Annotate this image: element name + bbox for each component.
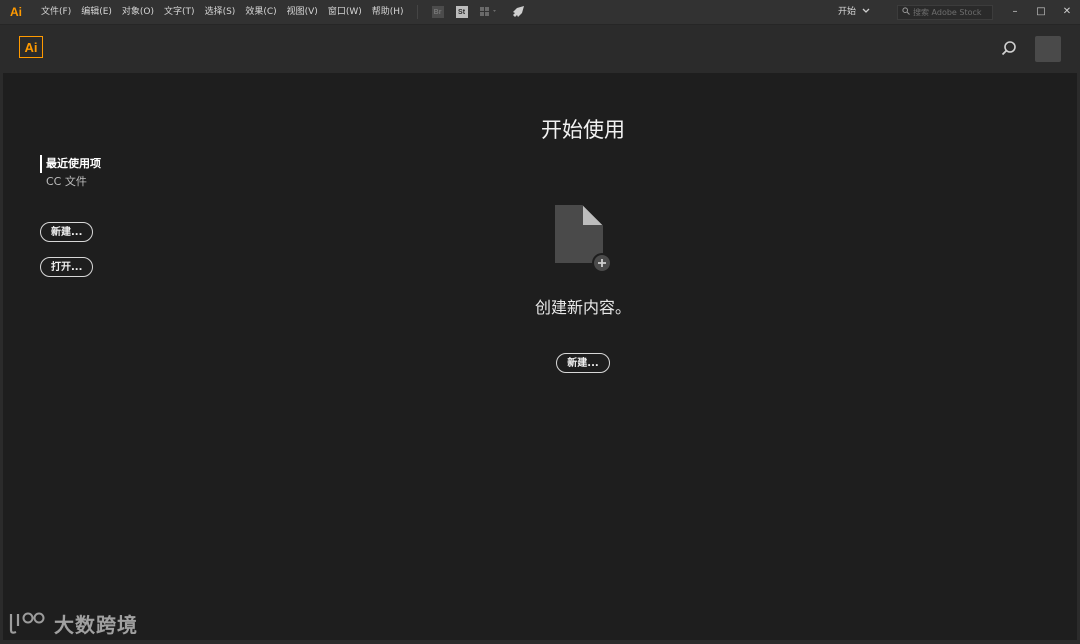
frame-left (0, 25, 3, 640)
window-controls: – □ ✕ (1002, 0, 1080, 24)
rocket-icon[interactable] (510, 6, 526, 18)
search-icon[interactable] (999, 39, 1019, 59)
home-header: Ai (3, 25, 1077, 73)
new-button-main[interactable]: 新建... (556, 353, 610, 373)
new-document-icon (553, 203, 615, 275)
search-icon (902, 7, 910, 18)
workspace-switcher[interactable]: 开始 (838, 0, 870, 24)
menu-select[interactable]: 选择(S) (200, 0, 241, 24)
menu-type[interactable]: 文字(T) (159, 0, 200, 24)
menu-help[interactable]: 帮助(H) (367, 0, 409, 24)
menu-file[interactable]: 文件(F) (36, 0, 76, 24)
menu-effect[interactable]: 效果(C) (240, 0, 281, 24)
menu-edit[interactable]: 编辑(E) (76, 0, 117, 24)
nav-cc-files[interactable]: CC 文件 (40, 173, 101, 191)
watermark: 大数跨境 (8, 608, 138, 638)
bridge-button[interactable]: Br (431, 6, 444, 18)
close-button[interactable]: ✕ (1054, 0, 1080, 24)
create-content-text: 创建新内容。 (534, 298, 631, 317)
app-icon: Ai (10, 5, 22, 19)
workspace-label: 开始 (838, 7, 857, 17)
open-button[interactable]: 打开... (40, 257, 93, 277)
watermark-text: 大数跨境 (54, 612, 138, 637)
menu-window[interactable]: 窗口(W) (323, 0, 367, 24)
stock-search-box[interactable] (897, 5, 993, 20)
menu-object[interactable]: 对象(O) (117, 0, 159, 24)
watermark-logo (9, 612, 45, 634)
left-nav: 最近使用项 CC 文件 (40, 155, 101, 191)
illustrator-window: Ai 文件(F) 编辑(E) 对象(O) 文字(T) 选择(S) 效果(C) 视… (0, 0, 1080, 644)
stock-search-input[interactable] (913, 8, 991, 17)
chevron-down-icon (862, 0, 870, 24)
ai-logo: Ai (19, 36, 43, 58)
minimize-button[interactable]: – (1002, 0, 1028, 24)
maximize-button[interactable]: □ (1028, 0, 1054, 24)
menu-divider (416, 5, 418, 19)
nav-recent[interactable]: 最近使用项 (40, 155, 101, 173)
stock-button[interactable]: St (455, 6, 468, 18)
user-avatar-icon[interactable] (1035, 36, 1061, 62)
bottom-frame (0, 640, 1080, 644)
menu-view[interactable]: 视图(V) (282, 0, 323, 24)
page-title: 开始使用 (541, 118, 625, 142)
arrange-documents-icon[interactable] (479, 6, 498, 18)
new-button[interactable]: 新建... (40, 222, 93, 242)
